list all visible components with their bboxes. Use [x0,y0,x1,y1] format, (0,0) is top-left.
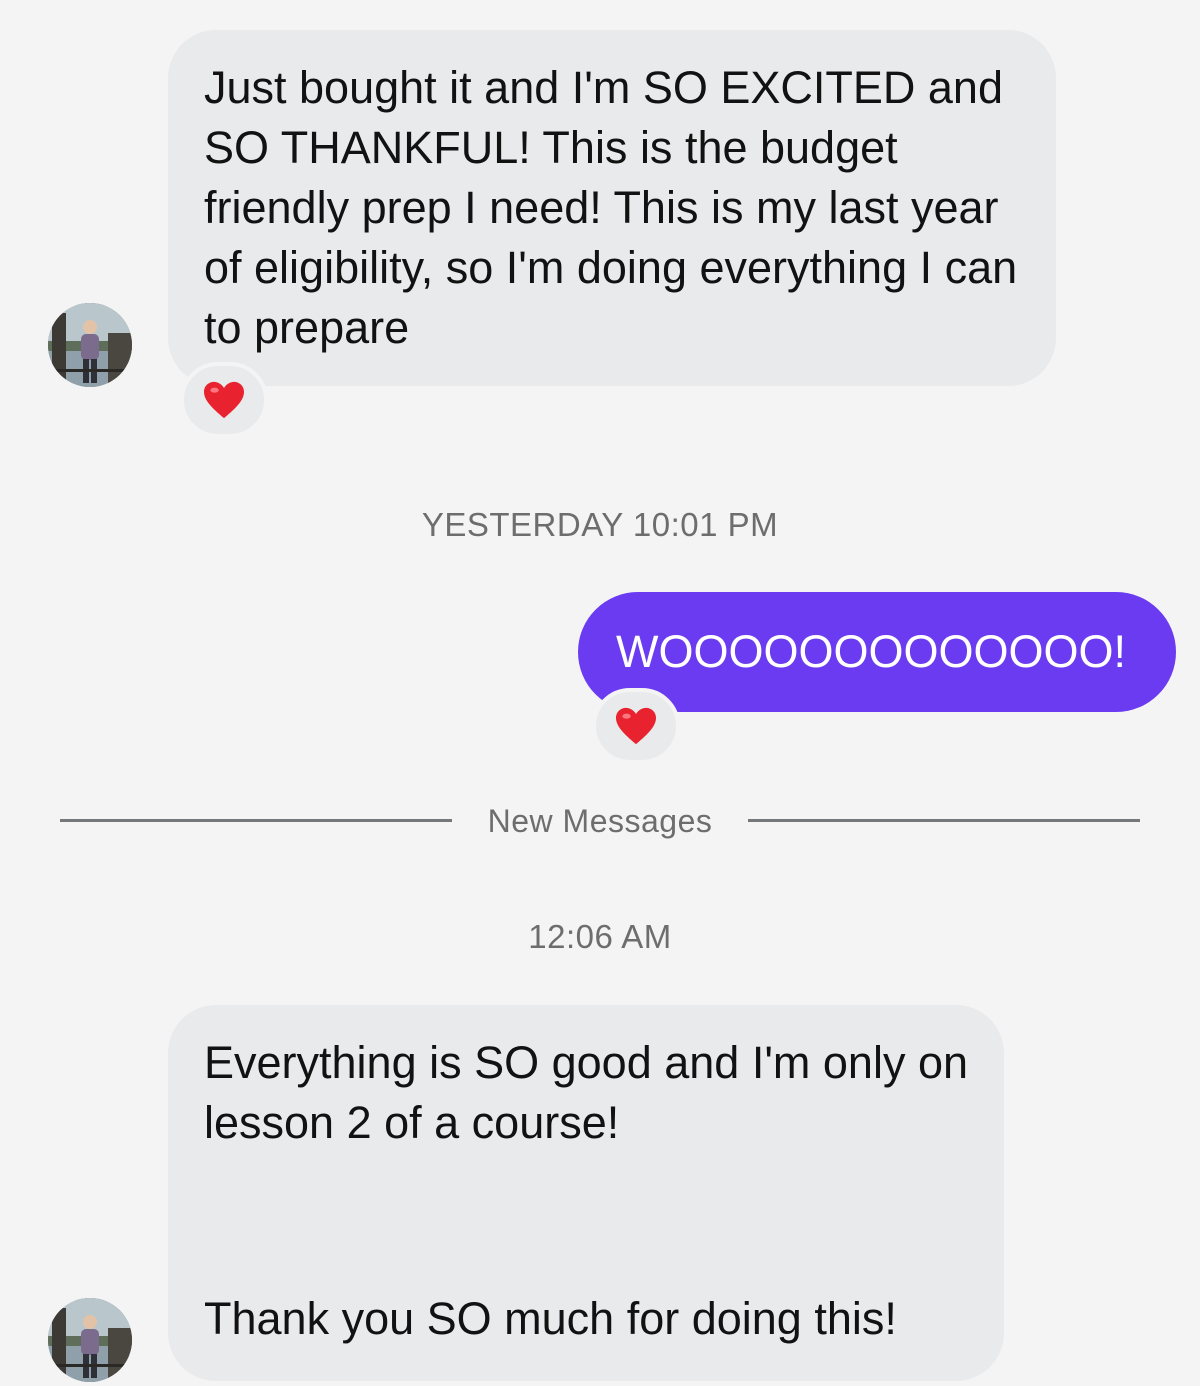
reaction-badge[interactable] [592,688,680,764]
message-timestamp: 12:06 AM [528,918,672,955]
sender-avatar[interactable] [48,1298,132,1382]
heart-emoji-icon [204,381,244,419]
incoming-message-bubble[interactable]: Just bought it and I'm SO EXCITED and SO… [168,30,1056,386]
message-paragraph: Thank you SO much for doing this! [204,1293,897,1344]
message-text: WOOOOOOOOOOOOO! [616,626,1127,677]
sender-avatar[interactable] [48,303,132,387]
message-timestamp: YESTERDAY 10:01 PM [421,506,779,543]
message-paragraph: Everything is SO good and I'm only on le… [204,1037,969,1148]
divider-right [748,819,1140,822]
heart-emoji-icon [616,707,656,745]
outgoing-message-bubble[interactable]: WOOOOOOOOOOOOO! [578,592,1176,712]
incoming-message-bubble[interactable]: Everything is SO good and I'm only on le… [168,1005,1004,1381]
message-text: Just bought it and I'm SO EXCITED and SO… [204,62,1018,353]
reaction-badge[interactable] [180,362,268,438]
